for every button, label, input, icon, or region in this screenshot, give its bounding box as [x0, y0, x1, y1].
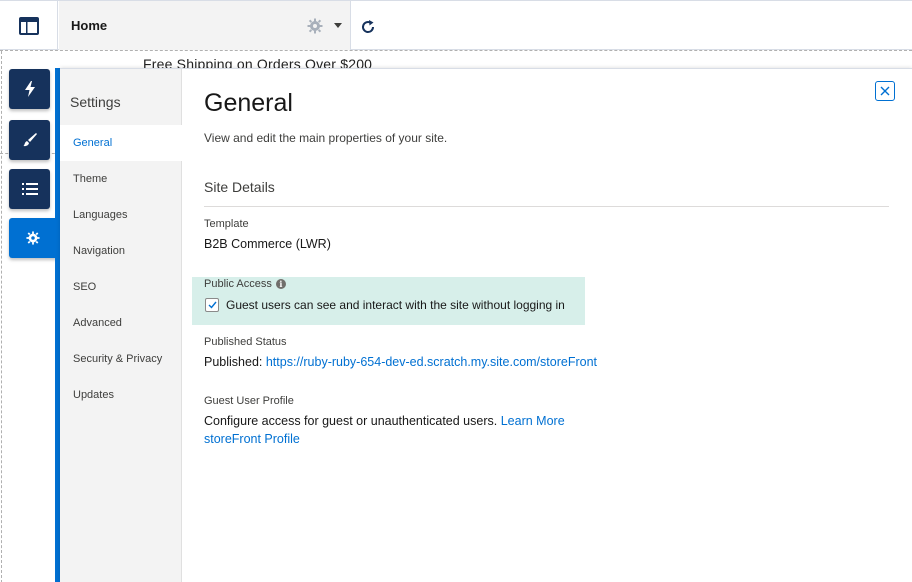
info-icon[interactable]: i — [275, 279, 286, 290]
published-url-link[interactable]: https://ruby-ruby-654-dev-ed.scratch.my.… — [266, 355, 597, 369]
nav-item-security-privacy[interactable]: Security & Privacy — [60, 341, 182, 377]
section-divider — [204, 206, 889, 207]
page-settings-icon[interactable] — [307, 18, 323, 34]
guest-profile-row: Configure access for guest or unauthenti… — [204, 414, 565, 428]
public-access-label: Public Access — [204, 278, 272, 290]
gear-icon — [26, 231, 40, 245]
nav-item-theme[interactable]: Theme — [60, 161, 182, 197]
nav-item-general[interactable]: General — [60, 125, 182, 161]
section-title: Site Details — [204, 179, 275, 195]
profile-link-row: storeFront Profile — [204, 432, 300, 446]
guest-profile-label: Guest User Profile — [204, 395, 294, 407]
template-label: Template — [204, 218, 249, 230]
published-status-row: Published: https://ruby-ruby-654-dev-ed.… — [204, 355, 597, 369]
close-button[interactable] — [875, 81, 895, 101]
page-selector[interactable]: Home — [59, 1, 351, 51]
nav-item-navigation[interactable]: Navigation — [60, 233, 182, 269]
guest-profile-text: Configure access for guest or unauthenti… — [204, 414, 498, 428]
published-prefix: Published: — [204, 355, 266, 369]
nav-item-updates[interactable]: Updates — [60, 377, 182, 413]
template-value: B2B Commerce (LWR) — [204, 237, 331, 251]
close-icon — [880, 86, 890, 96]
storefront-profile-link[interactable]: storeFront Profile — [204, 432, 300, 446]
lightning-icon — [24, 81, 35, 97]
settings-nav-title: Settings — [70, 94, 121, 110]
public-access-checkbox-label[interactable]: Guest users can see and interact with th… — [226, 298, 565, 312]
checkmark-icon — [208, 301, 217, 309]
canvas-border — [1, 51, 2, 582]
public-access-label-row: Public Access i — [204, 278, 286, 290]
page-title: General — [204, 89, 293, 117]
list-icon — [21, 183, 38, 195]
layout-icon — [18, 17, 39, 35]
theme-button[interactable] — [9, 120, 50, 160]
page-label: Home — [71, 18, 108, 33]
page-description: View and edit the main properties of you… — [204, 131, 448, 145]
nav-item-languages[interactable]: Languages — [60, 197, 182, 233]
brush-icon — [23, 133, 37, 147]
settings-content: General View and edit the main propertie… — [182, 69, 912, 582]
settings-button[interactable] — [9, 218, 57, 258]
pages-button[interactable] — [9, 169, 50, 209]
components-button[interactable] — [9, 69, 50, 109]
chevron-down-icon[interactable] — [334, 23, 342, 29]
refresh-icon[interactable] — [360, 19, 376, 35]
layout-menu-button[interactable] — [0, 1, 58, 51]
public-access-checkbox[interactable] — [205, 298, 219, 312]
published-status-label: Published Status — [204, 336, 287, 348]
top-toolbar: Home — [0, 0, 912, 51]
settings-nav: Settings General Theme Languages Navigat… — [60, 69, 182, 582]
settings-panel: Settings General Theme Languages Navigat… — [60, 68, 912, 582]
nav-item-advanced[interactable]: Advanced — [60, 305, 182, 341]
learn-more-link[interactable]: Learn More — [501, 414, 565, 428]
nav-item-seo[interactable]: SEO — [60, 269, 182, 305]
